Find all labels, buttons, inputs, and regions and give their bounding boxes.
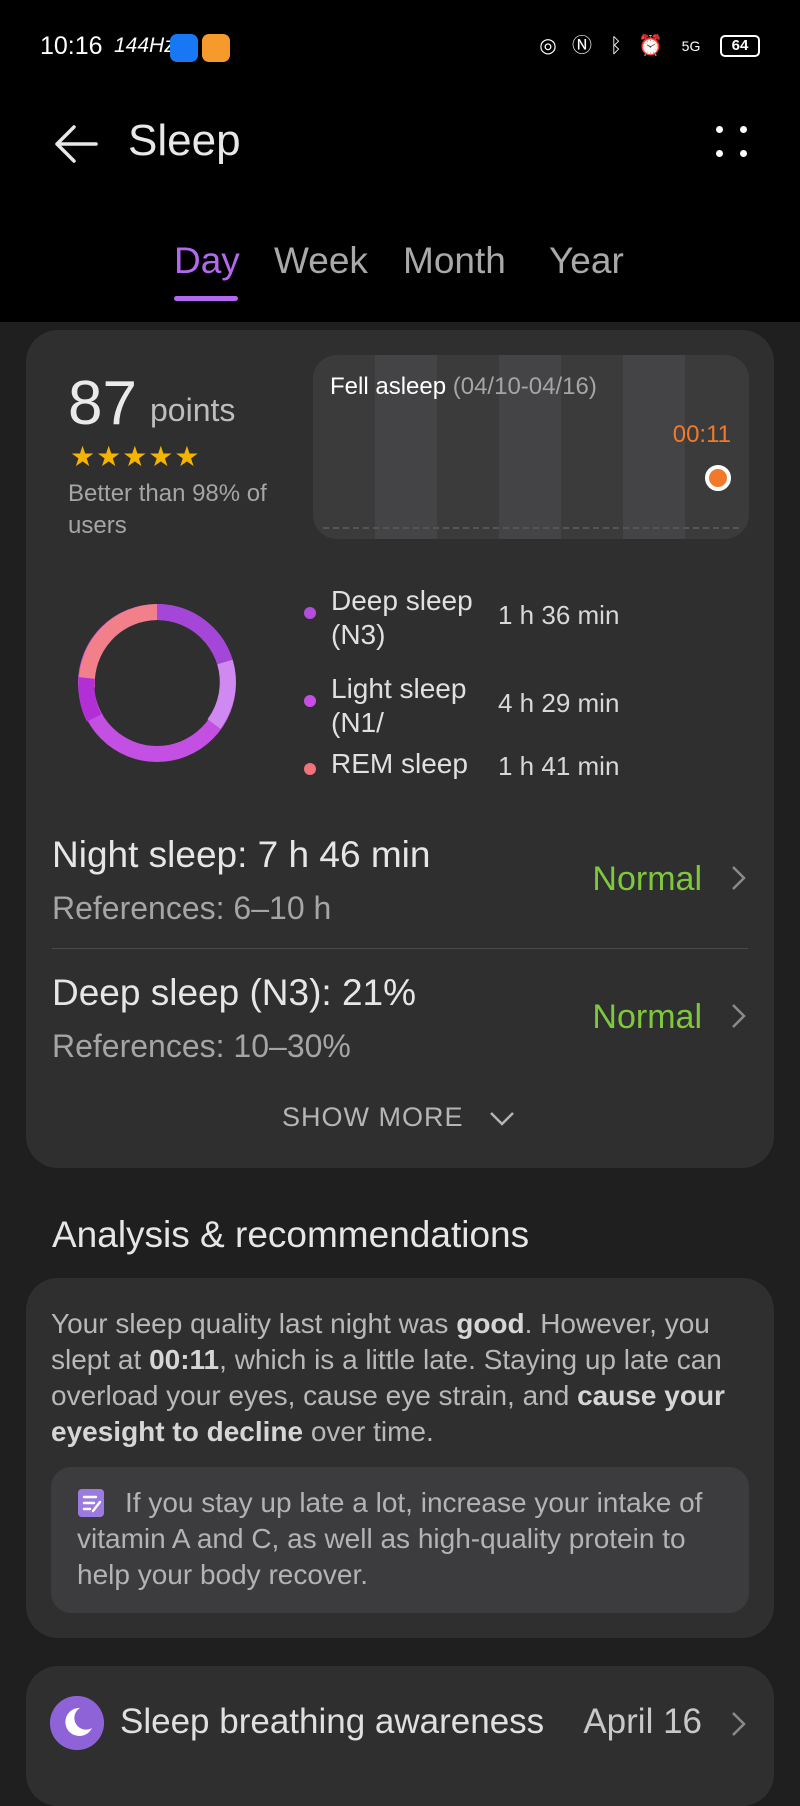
fell-asleep-range: (04/10-04/16): [452, 373, 597, 400]
stars-icon: ★★★★★: [70, 441, 201, 472]
battery-icon: 64: [720, 35, 760, 57]
show-more-button[interactable]: SHOW MORE: [282, 1102, 464, 1133]
tab-year[interactable]: Year: [549, 240, 624, 282]
tab-week[interactable]: Week: [274, 240, 368, 282]
legend-label: REM sleep: [331, 748, 468, 779]
bluetooth-icon: ᛒ: [610, 35, 622, 57]
breathing-date: April 16: [583, 1702, 702, 1741]
alarm-icon: ⏰: [638, 35, 663, 57]
legend-dot: [304, 695, 316, 707]
night-sleep-reference: References: 6–10 h: [52, 890, 332, 926]
app-notification-icon: [202, 34, 230, 62]
chevron-right-icon: [732, 866, 746, 890]
sleep-breathing-icon: [50, 1696, 104, 1750]
chevron-down-icon[interactable]: [488, 1110, 516, 1128]
tab-month[interactable]: Month: [403, 240, 506, 282]
fell-asleep-label: Fell asleep: [330, 373, 447, 400]
chart-baseline: [323, 527, 739, 529]
legend-value: 1 h 36 min: [498, 600, 620, 630]
status-time: 10:16: [40, 32, 103, 60]
deep-sleep-title: Deep sleep (N3): 21%: [52, 972, 417, 1013]
legend-dot: [304, 763, 316, 775]
signal-icon: 5G: [681, 38, 701, 54]
analysis-segment: Your sleep quality last night was: [51, 1308, 457, 1339]
refresh-rate: 144Hz: [114, 34, 175, 57]
active-tab-indicator: [174, 296, 238, 301]
night-sleep-status: Normal: [592, 860, 702, 898]
sleep-score: 87: [68, 369, 137, 438]
more-options-icon[interactable]: [712, 120, 752, 164]
status-icons: ◎ Ⓝ ᛒ ⏰ 5G 64: [536, 34, 760, 58]
tip-box: If you stay up late a lot, increase your…: [51, 1467, 749, 1613]
messenger-icon: [170, 34, 198, 62]
legend-value: 4 h 29 min: [498, 688, 620, 718]
tip-text: If you stay up late a lot, increase your…: [77, 1487, 703, 1590]
legend-value: 1 h 41 min: [498, 751, 620, 781]
breathing-title: Sleep breathing awareness: [120, 1702, 545, 1741]
chevron-right-icon[interactable]: [730, 1710, 748, 1738]
comparison-text: Better than 98% of users: [68, 480, 267, 539]
back-arrow-icon[interactable]: [50, 118, 102, 170]
deep-sleep-status: Normal: [592, 998, 702, 1036]
status-bar: 10:16 144Hz ◎ Ⓝ ᛒ ⏰ 5G 64: [0, 0, 800, 96]
nfc-icon: Ⓝ: [572, 35, 592, 57]
fell-asleep-time: 00:11: [672, 421, 731, 448]
page-title: Sleep: [128, 116, 241, 165]
legend-dot: [304, 607, 316, 619]
chevron-right-icon: [732, 1004, 746, 1028]
analysis-highlight: good: [456, 1308, 525, 1339]
hotspot-icon: ◎: [539, 35, 557, 57]
sleep-score-unit: points: [150, 392, 236, 428]
analysis-segment: over time.: [303, 1416, 434, 1447]
period-tabs: Day Week Month Year: [0, 240, 800, 301]
fell-asleep-title: Fell asleep (04/10-04/16): [330, 373, 597, 401]
night-sleep-title: Night sleep: 7 h 46 min: [52, 834, 431, 875]
section-title: Analysis & recommendations: [52, 1214, 530, 1255]
legend-label: Deep sleep (N3): [331, 585, 473, 650]
tab-day[interactable]: Day: [174, 240, 240, 282]
star-rating: ★★★★★: [70, 440, 201, 473]
legend-label: Light sleep (N1/: [331, 673, 467, 738]
deep-sleep-reference: References: 10–30%: [52, 1028, 351, 1064]
divider: [52, 948, 748, 949]
fell-asleep-point: [705, 465, 731, 491]
sleep-stages-donut: [78, 603, 236, 762]
fell-asleep-chart[interactable]: Fell asleep (04/10-04/16) 00:11: [313, 355, 749, 539]
analysis-text: Your sleep quality last night was good. …: [51, 1306, 741, 1450]
analysis-highlight: 00:11: [149, 1344, 220, 1375]
